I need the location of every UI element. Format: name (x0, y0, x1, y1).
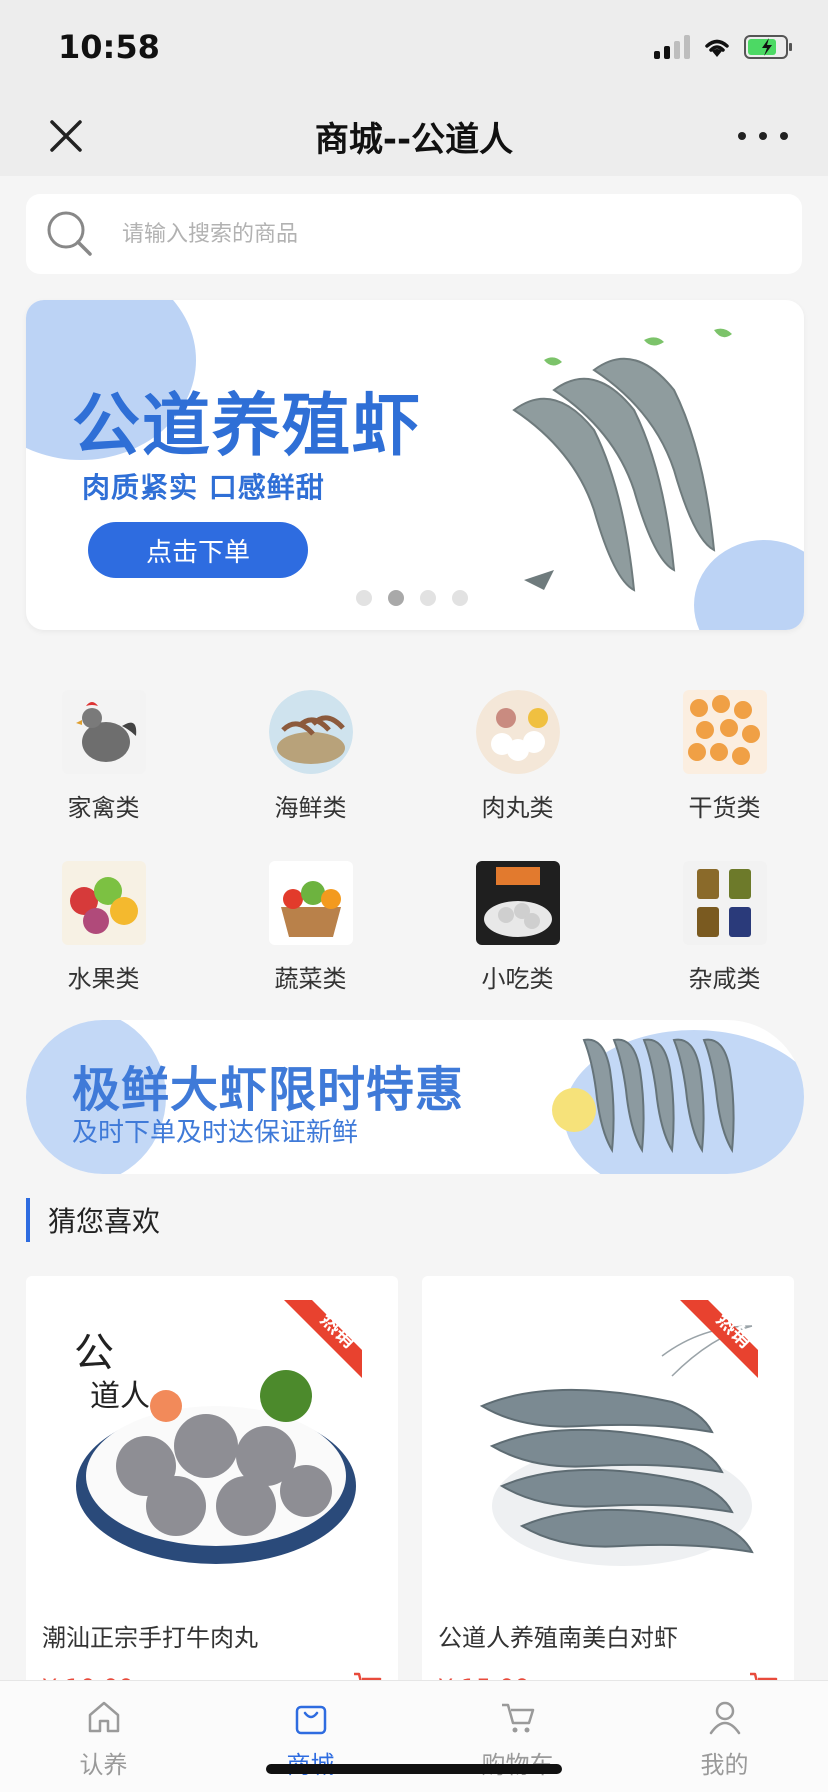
carousel-dot[interactable] (356, 590, 372, 606)
search-icon (47, 211, 92, 256)
banner-carousel[interactable]: 公道养殖虾 肉质紧实 口感鲜甜 点击下单 (26, 300, 804, 630)
status-bar: 10:58 (0, 0, 828, 96)
tab-shop[interactable]: 商城 (207, 1681, 414, 1792)
category-label: 肉丸类 (481, 794, 554, 822)
fruit-icon (61, 861, 146, 945)
category-label: 杂咸类 (688, 965, 761, 993)
home-indicator[interactable] (266, 1764, 562, 1774)
banner-title: 公道养殖虾 (72, 387, 423, 466)
cart-icon (501, 1703, 534, 1733)
section-title: 猜您喜欢 (26, 1198, 160, 1242)
meatball-icon (475, 690, 560, 774)
carousel-dot[interactable] (420, 590, 436, 606)
carousel-dot-active[interactable] (388, 590, 404, 606)
profile-icon (709, 1701, 740, 1735)
tab-profile[interactable]: 我的 (621, 1681, 828, 1792)
category-label: 蔬菜类 (274, 965, 347, 993)
category-meatball[interactable]: 肉丸类 (414, 690, 621, 823)
product-name: 潮汕正宗手打牛肉丸 (42, 1624, 258, 1652)
tab-label: 购物车 (482, 1745, 554, 1780)
signal-icon (654, 35, 690, 59)
product-name: 公道人养殖南美白对虾 (438, 1624, 678, 1652)
tab-label: 认养 (79, 1751, 128, 1779)
battery-icon (744, 35, 792, 59)
pickles-icon (682, 861, 767, 945)
search-input[interactable] (122, 212, 762, 256)
tab-cart[interactable]: 购物车 (414, 1681, 621, 1792)
svg-text:道人: 道人 (90, 1379, 150, 1414)
promo-banner[interactable]: 极鲜大虾限时特惠 及时下单及时达保证新鲜 (26, 1020, 804, 1174)
tab-label: 我的 (700, 1751, 749, 1779)
banner-subtitle: 肉质紧实 口感鲜甜 (82, 471, 325, 504)
category-pickles[interactable]: 杂咸类 (621, 861, 828, 994)
home-icon (88, 1701, 119, 1733)
page-title: 商城--公道人 (314, 120, 514, 160)
category-vegetable[interactable]: 蔬菜类 (207, 861, 414, 994)
product-list: 公 道人 热销 潮汕正宗手打牛肉丸 ¥ 10.00 (26, 1276, 796, 1716)
category-snack[interactable]: 小吃类 (414, 861, 621, 994)
shrimp-image (552, 1038, 735, 1154)
dried-goods-icon (682, 690, 767, 774)
more-options-icon[interactable] (738, 116, 788, 156)
svg-text:公: 公 (74, 1330, 114, 1376)
category-seafood[interactable]: 海鲜类 (207, 690, 414, 823)
category-dried-goods[interactable]: 干货类 (621, 690, 828, 823)
category-fruit[interactable]: 水果类 (0, 861, 207, 994)
promo-subtitle: 及时下单及时达保证新鲜 (72, 1118, 359, 1148)
tab-label: 商城 (287, 1745, 335, 1780)
category-label: 干货类 (688, 794, 761, 822)
category-label: 海鲜类 (274, 794, 347, 822)
category-grid: 家禽类 海鲜类 肉丸类 干货类 水果类 蔬菜类 小吃类 杂咸类 (0, 690, 828, 994)
category-label: 家禽类 (67, 794, 140, 822)
wifi-icon (705, 39, 729, 57)
tab-adopt[interactable]: 认养 (0, 1681, 207, 1792)
product-card[interactable]: 热销 公道人养殖南美白对虾 ¥ 15.00 (422, 1276, 794, 1716)
vegetable-icon (268, 861, 353, 945)
carousel-indicator (356, 590, 468, 606)
carousel-dot[interactable] (452, 590, 468, 606)
search-bar[interactable] (26, 194, 802, 274)
product-card[interactable]: 公 道人 热销 潮汕正宗手打牛肉丸 ¥ 10.00 (26, 1276, 398, 1716)
shrimp-image (512, 328, 732, 592)
shop-bag-icon (295, 1705, 326, 1735)
title-bar: 商城--公道人 (0, 96, 828, 176)
poultry-icon (61, 690, 146, 774)
tab-bar: 认养 商城 购物车 我的 (0, 1680, 828, 1792)
status-time: 10:58 (58, 28, 160, 66)
category-label: 小吃类 (481, 965, 554, 993)
order-now-button[interactable]: 点击下单 (88, 522, 308, 578)
category-label: 水果类 (67, 965, 140, 993)
seafood-icon (268, 690, 353, 774)
status-icons (654, 34, 794, 60)
promo-title: 极鲜大虾限时特惠 (72, 1062, 465, 1118)
snack-icon (475, 861, 560, 945)
category-poultry[interactable]: 家禽类 (0, 690, 207, 823)
